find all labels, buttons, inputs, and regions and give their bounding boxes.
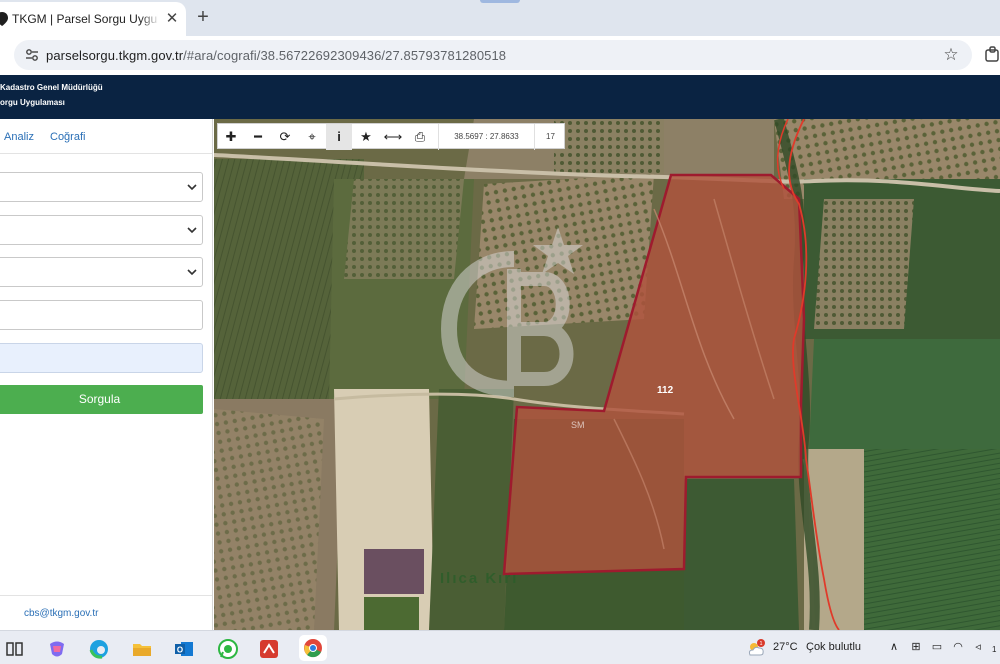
block-number-input[interactable] xyxy=(0,300,203,330)
header-app-name: orgu Uygulaması xyxy=(0,98,65,107)
info-icon[interactable]: i xyxy=(326,124,352,150)
chevron-down-icon xyxy=(187,227,197,234)
satellite-imagery xyxy=(214,119,1000,630)
taskbar-clock[interactable]: 1 xyxy=(992,645,996,654)
browser-toolbar: parselsorgu.tkgm.gov.tr/#ara/cografi/38.… xyxy=(0,36,1000,75)
watermark-text: SM xyxy=(571,420,585,430)
outlook-icon[interactable]: O xyxy=(173,638,195,660)
show-hidden-icons-chevron-icon[interactable]: ∧ xyxy=(887,640,901,654)
tab-title: TKGM | Parsel Sorgu Uygulaması xyxy=(12,12,158,26)
file-explorer-icon[interactable] xyxy=(131,638,153,660)
chrome-taskbar-button[interactable] xyxy=(299,635,327,661)
task-view-icon[interactable] xyxy=(4,638,26,660)
query-submit-button[interactable]: Sorgula xyxy=(0,385,203,414)
address-bar[interactable]: parselsorgu.tkgm.gov.tr/#ara/cografi/38.… xyxy=(14,40,972,70)
tab-strip-indicator xyxy=(480,0,520,3)
weather-description: Çok bulutlu xyxy=(806,641,862,653)
coordinate-readout: 38.5697 : 27.8633 xyxy=(438,124,534,150)
province-select[interactable] xyxy=(0,172,203,202)
map-canvas[interactable]: ✚ ━ ⟳ ⌖ i ★ ⟷ ⎙ 38.5697 : 27.8633 17 112… xyxy=(214,119,1000,630)
ime-input-icon[interactable]: ⊞ xyxy=(909,640,923,654)
locate-crosshair-icon[interactable]: ⌖ xyxy=(299,124,325,150)
district-select[interactable] xyxy=(0,215,203,245)
edge-browser-icon[interactable] xyxy=(88,638,110,660)
zoom-in-icon[interactable]: ✚ xyxy=(218,124,244,150)
tab-cografi[interactable]: Coğrafi xyxy=(50,131,85,143)
favorite-star-icon[interactable]: ★ xyxy=(353,124,379,150)
print-icon[interactable]: ⎙ xyxy=(407,124,433,150)
extensions-icon[interactable] xyxy=(985,46,1000,62)
svg-text:O: O xyxy=(177,646,183,655)
site-favicon-icon xyxy=(0,12,8,26)
bookmark-star-icon[interactable]: ☆ xyxy=(942,46,960,64)
sidebar-footer: cbs@tkgm.gov.tr xyxy=(0,595,212,630)
parcel-number-label[interactable]: 112 xyxy=(657,385,673,396)
refresh-icon[interactable]: ⟳ xyxy=(272,124,298,150)
tab-close-icon[interactable]: ✕ xyxy=(163,10,181,28)
site-settings-icon[interactable] xyxy=(24,47,40,63)
zoom-level-readout: 17 xyxy=(534,124,566,150)
weather-cloud-icon[interactable]: 1 xyxy=(745,638,767,660)
parcel-number-input[interactable] xyxy=(0,343,203,373)
url-host: parselsorgu.tkgm.gov.tr xyxy=(46,48,184,63)
whatsapp-icon[interactable] xyxy=(217,638,239,660)
browser-tab-bar: TKGM | Parsel Sorgu Uygulaması ✕ + xyxy=(0,0,1000,36)
app-header: Kadastro Genel Müdürlüğü orgu Uygulaması xyxy=(0,75,1000,119)
weather-temperature: 27°C xyxy=(773,641,798,653)
chrome-icon xyxy=(304,639,322,658)
measure-icon[interactable]: ⟷ xyxy=(380,124,406,150)
zoom-out-icon[interactable]: ━ xyxy=(245,124,271,150)
map-toolbar: ✚ ━ ⟳ ⌖ i ★ ⟷ ⎙ 38.5697 : 27.8633 17 xyxy=(217,123,566,150)
pdf-reader-icon[interactable] xyxy=(258,638,280,660)
browser-tab[interactable]: TKGM | Parsel Sorgu Uygulaması ✕ xyxy=(0,2,186,36)
place-name-label: Ilıca Kırı xyxy=(440,570,519,587)
os-taskbar: O 1 27°C Çok bulutlu ∧ ⊞ ▭ ◠ ◃ 1 xyxy=(0,630,1000,664)
wifi-icon[interactable]: ◠ xyxy=(951,640,965,654)
new-tab-button[interactable]: + xyxy=(194,7,212,27)
volume-icon[interactable]: ◃ xyxy=(971,640,985,654)
header-org-name: Kadastro Genel Müdürlüğü xyxy=(0,83,103,92)
url-path: /#ara/cografi/38.56722692309436/27.85793… xyxy=(183,48,507,63)
query-sidebar: Analiz Coğrafi Sorgula cbs@tkgm.gov.tr xyxy=(0,119,213,630)
url-text[interactable]: parselsorgu.tkgm.gov.tr/#ara/cografi/38.… xyxy=(46,48,506,63)
chevron-down-icon xyxy=(187,269,197,276)
tab-analiz[interactable]: Analiz xyxy=(4,131,34,143)
sidebar-tabs: Analiz Coğrafi xyxy=(0,119,212,154)
contact-email-link[interactable]: cbs@tkgm.gov.tr xyxy=(24,608,98,619)
battery-icon[interactable]: ▭ xyxy=(930,640,944,654)
chevron-down-icon xyxy=(187,184,197,191)
neighborhood-select[interactable] xyxy=(0,257,203,287)
copilot-icon[interactable] xyxy=(46,638,68,660)
weather-badge: 1 xyxy=(759,641,762,647)
